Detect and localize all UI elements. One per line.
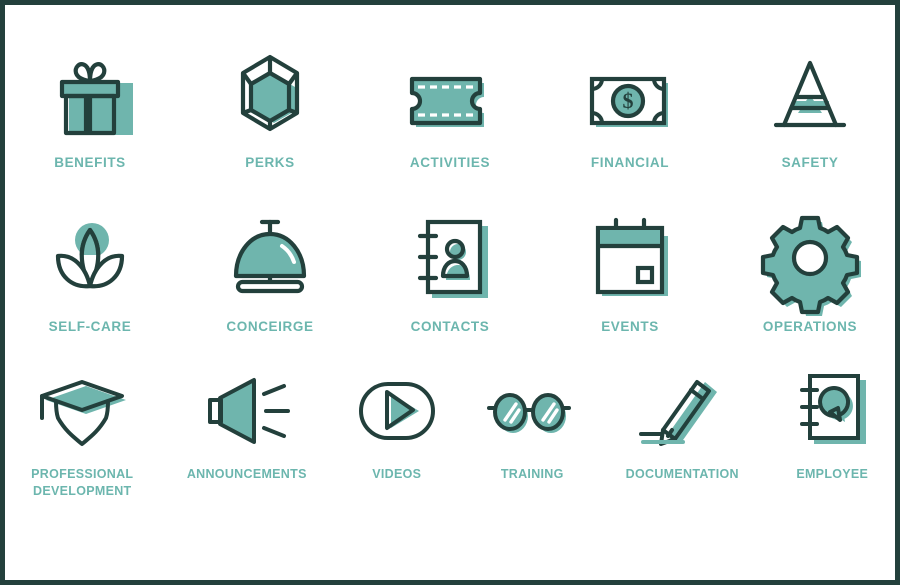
- icon-tile-training[interactable]: TRAINING: [465, 368, 600, 483]
- icon-label: SELF-CARE: [48, 319, 132, 334]
- icon-tile-activities[interactable]: ACTIVITIES: [370, 46, 530, 171]
- icon-tile-conceirge[interactable]: CONCEIRGE: [190, 210, 350, 335]
- icon-tile-professional-development[interactable]: PROFESSIONAL DEVELOPMENT: [0, 368, 165, 500]
- ticket-icon: [400, 46, 500, 142]
- icon-tile-perks[interactable]: PERKS: [190, 46, 350, 171]
- icon-label: ACTIVITIES: [409, 155, 491, 170]
- icon-tile-videos[interactable]: VIDEOS: [329, 368, 464, 483]
- icon-tile-events[interactable]: EVENTS: [550, 210, 710, 335]
- icon-label: ANNOUNCEMENTS: [186, 467, 307, 481]
- icon-row-3: PROFESSIONAL DEVELOPMENT ANNOUNCEMENTS V…: [0, 368, 900, 500]
- calendar-icon: [580, 210, 680, 306]
- megaphone-speaker-icon: [192, 368, 302, 454]
- icon-tile-documentation[interactable]: DOCUMENTATION: [600, 368, 765, 483]
- service-bell-icon: [220, 210, 320, 306]
- pencil-icon: [627, 368, 737, 454]
- icon-label: TRAINING: [500, 467, 564, 481]
- icon-tile-safety[interactable]: SAFETY: [730, 46, 890, 171]
- icon-label: CONCEIRGE: [226, 319, 314, 334]
- gift-icon: [45, 46, 135, 142]
- icon-row-1: BENEFITS PERKS ACTIVITIES $ FINANCIAL SA…: [0, 46, 900, 171]
- icon-row-2: SELF-CARE CONCEIRGE CONTACTS EVENTS OPER…: [0, 210, 900, 335]
- icon-label: FINANCIAL: [590, 155, 670, 170]
- lotus-flower-icon: [40, 210, 140, 306]
- icon-label: BENEFITS: [54, 155, 126, 170]
- graduation-cap-icon: [22, 368, 142, 454]
- icon-label: DOCUMENTATION: [625, 467, 739, 481]
- icon-tile-self-care[interactable]: SELF-CARE: [10, 210, 170, 335]
- icon-tile-benefits[interactable]: BENEFITS: [10, 46, 170, 171]
- traffic-cone-icon: [760, 46, 860, 142]
- play-button-icon: [347, 368, 447, 454]
- icon-tile-announcements[interactable]: ANNOUNCEMENTS: [165, 368, 330, 483]
- icon-label: SAFETY: [781, 155, 839, 170]
- notebook-speech-bubble-icon: [782, 368, 882, 454]
- icon-tile-financial[interactable]: $ FINANCIAL: [550, 46, 710, 171]
- eyeglasses-icon: [477, 368, 587, 454]
- icon-tile-contacts[interactable]: CONTACTS: [370, 210, 530, 335]
- icon-label: CONTACTS: [410, 319, 490, 334]
- icon-tile-employee[interactable]: EMPLOYEE: [765, 368, 900, 483]
- icon-label: PROFESSIONAL DEVELOPMENT: [31, 467, 134, 498]
- gear-icon: [760, 210, 861, 316]
- icon-label: PERKS: [245, 155, 295, 170]
- icon-label: OPERATIONS: [762, 319, 858, 334]
- icon-grid: BENEFITS PERKS ACTIVITIES $ FINANCIAL SA…: [0, 0, 900, 585]
- icon-label: EVENTS: [601, 319, 659, 334]
- icon-label: VIDEOS: [372, 467, 422, 481]
- contact-book-icon: [400, 210, 500, 306]
- icon-label: EMPLOYEE: [796, 467, 869, 481]
- icon-tile-operations[interactable]: OPERATIONS: [730, 210, 890, 335]
- gem-icon: [225, 46, 315, 142]
- dollar-bill-icon: $: [580, 46, 680, 142]
- svg-text:$: $: [623, 88, 634, 113]
